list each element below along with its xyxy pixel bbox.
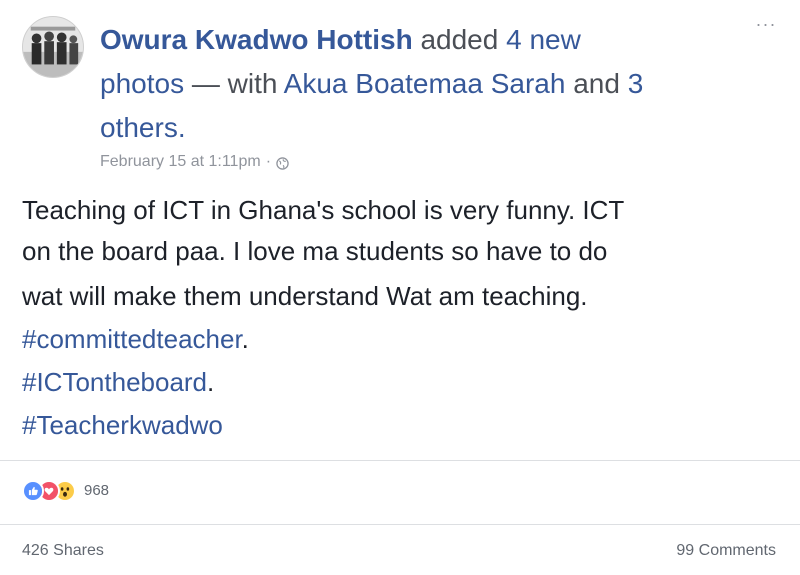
post-header-line-3: others. — [100, 111, 700, 145]
hashtag-link[interactable]: #committedteacher — [22, 324, 242, 354]
photos-word-link[interactable]: photos — [100, 68, 184, 99]
with-text: — with — [191, 68, 278, 99]
avatar[interactable] — [22, 16, 84, 78]
hashtag-link[interactable]: #ICTontheboard — [22, 367, 207, 397]
hashtag-link[interactable]: #Teacherkwadwo — [22, 410, 223, 440]
post-header-line-2: photos — with Akua Boatemaa Sarah and 3 — [100, 67, 700, 101]
comments-link[interactable]: 99 Comments — [676, 541, 776, 561]
hashtag-line: #committedteacher. — [22, 322, 792, 356]
divider — [0, 460, 800, 461]
post-meta: February 15 at 1:11pm · — [100, 152, 289, 172]
timestamp-link[interactable]: February 15 at 1:11pm — [100, 152, 261, 172]
hashtag-line: #Teacherkwadwo — [22, 408, 792, 442]
reaction-count: 968 — [84, 482, 110, 499]
others-count-link[interactable]: 3 — [628, 68, 644, 99]
globe-icon[interactable] — [276, 156, 289, 170]
action-text: added — [420, 24, 499, 55]
post-body-line: wat will make them understand Wat am tea… — [22, 281, 588, 311]
avatar-photo-icon — [23, 17, 83, 77]
reactions-summary[interactable]: 968 — [22, 480, 109, 502]
divider — [0, 524, 800, 525]
author-name-link[interactable]: Owura Kwadwo Hottish — [100, 24, 413, 55]
post-body-line: on the board paa. I love ma students so … — [22, 236, 608, 266]
others-word-link[interactable]: others. — [100, 112, 186, 143]
meta-separator: · — [265, 153, 272, 170]
and-text: and — [573, 68, 620, 99]
hashtag-suffix: . — [207, 367, 215, 397]
more-options-button[interactable]: ··· — [754, 15, 778, 34]
shares-link[interactable]: 426 Shares — [22, 541, 104, 561]
post-header-line-1: Owura Kwadwo Hottish added 4 new — [100, 23, 700, 57]
post-body-line: Teaching of ICT in Ghana's school is ver… — [22, 195, 625, 225]
hashtag-suffix: . — [241, 324, 249, 354]
photos-count-link[interactable]: 4 new — [506, 24, 581, 55]
hashtag-line: #ICTontheboard. — [22, 365, 792, 399]
tagged-person-link[interactable]: Akua Boatemaa Sarah — [284, 68, 566, 99]
facebook-post: Owura Kwadwo Hottish added 4 new photos … — [0, 0, 800, 575]
like-icon — [22, 480, 44, 502]
